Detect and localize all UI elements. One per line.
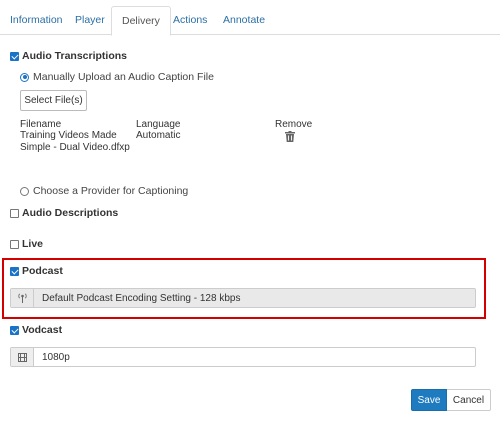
vodcast-label: Vodcast bbox=[22, 324, 63, 336]
audio-descriptions-checkbox[interactable] bbox=[10, 208, 19, 218]
podcast-checkbox[interactable] bbox=[10, 266, 19, 276]
file-language: Automatic bbox=[136, 130, 181, 141]
vodcast-resolution-value: 1080p bbox=[42, 351, 70, 363]
audio-descriptions-label: Audio Descriptions bbox=[22, 207, 119, 219]
tab-information[interactable]: Information bbox=[10, 6, 63, 35]
audio-transcriptions-row[interactable]: Audio Transcriptions bbox=[10, 50, 127, 62]
choose-provider-label: Choose a Provider for Captioning bbox=[33, 185, 189, 197]
podcast-encoding-value: Default Podcast Encoding Setting - 128 k… bbox=[42, 292, 241, 304]
remove-column-header: Remove bbox=[275, 119, 313, 130]
vodcast-resolution-select[interactable]: 1080p bbox=[10, 347, 476, 367]
audio-transcriptions-label: Audio Transcriptions bbox=[22, 50, 128, 62]
vodcast-row[interactable]: Vodcast bbox=[10, 324, 62, 336]
tab-player[interactable]: Player bbox=[75, 6, 105, 35]
language-column-header: Language bbox=[136, 119, 181, 130]
podcast-encoding-select[interactable]: Default Podcast Encoding Setting - 128 k… bbox=[10, 288, 476, 308]
tab-delivery[interactable]: Delivery bbox=[111, 6, 171, 36]
trash-icon[interactable] bbox=[285, 131, 295, 142]
podcast-antenna-icon bbox=[11, 289, 34, 307]
manual-upload-option[interactable]: Manually Upload an Audio Caption File bbox=[20, 71, 214, 83]
tab-annotate[interactable]: Annotate bbox=[223, 6, 265, 35]
choose-provider-option[interactable]: Choose a Provider for Captioning bbox=[20, 185, 188, 197]
select-files-button[interactable]: Select File(s) bbox=[20, 90, 87, 111]
choose-provider-radio[interactable] bbox=[20, 186, 29, 196]
live-label: Live bbox=[22, 238, 44, 250]
manual-upload-label: Manually Upload an Audio Caption File bbox=[33, 71, 214, 83]
tab-bar: Information Player Delivery Actions Anno… bbox=[0, 0, 500, 36]
film-icon bbox=[11, 348, 34, 366]
podcast-row[interactable]: Podcast bbox=[10, 265, 63, 277]
file-name-line1: Training Videos Made bbox=[20, 130, 117, 141]
podcast-label: Podcast bbox=[22, 265, 63, 277]
filename-column-header: Filename bbox=[20, 119, 62, 130]
cancel-button[interactable]: Cancel bbox=[447, 389, 491, 411]
audio-transcriptions-checkbox[interactable] bbox=[10, 51, 19, 61]
vodcast-checkbox[interactable] bbox=[10, 325, 19, 335]
save-button[interactable]: Save bbox=[411, 389, 447, 411]
audio-descriptions-row[interactable]: Audio Descriptions bbox=[10, 207, 118, 219]
tab-actions[interactable]: Actions bbox=[173, 6, 207, 35]
live-row[interactable]: Live bbox=[10, 238, 43, 250]
live-checkbox[interactable] bbox=[10, 239, 19, 249]
file-name-line2: Simple - Dual Video.dfxp bbox=[20, 142, 130, 153]
manual-upload-radio[interactable] bbox=[20, 72, 29, 82]
